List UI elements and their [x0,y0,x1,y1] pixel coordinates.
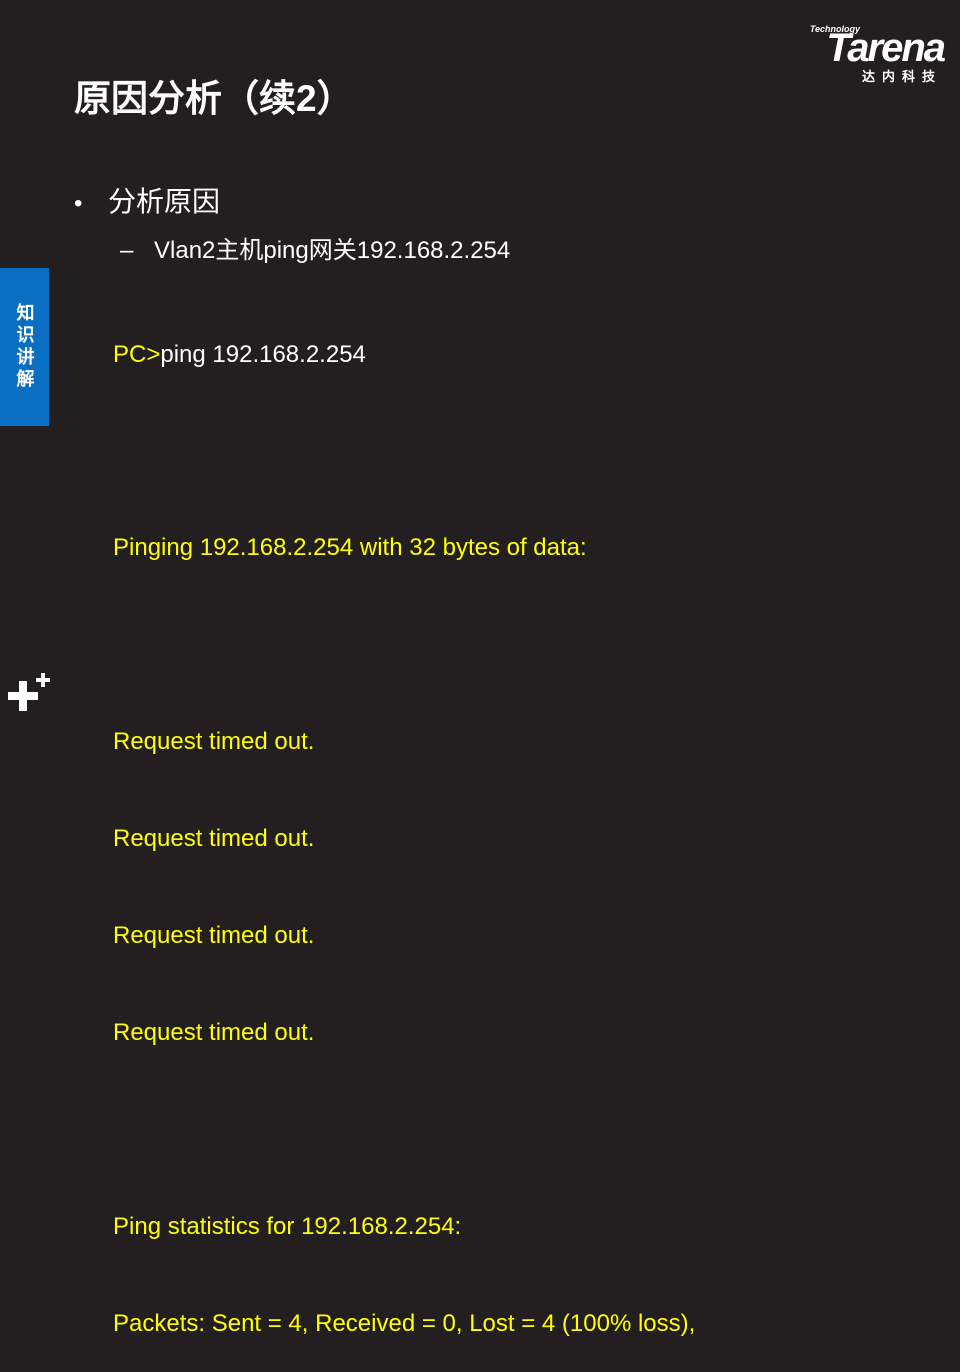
sub-bullet-item: – Vlan2主机ping网关192.168.2.254 [120,234,510,268]
console-command-line: PC>ping 192.168.2.254 [113,339,695,371]
tarena-logo: Technology Tarena 达内科技 [764,22,946,84]
bullet-text: 分析原因 [108,186,221,217]
side-tab-knowledge: 知识讲解 [0,268,49,426]
console-line: Request timed out. [113,728,315,756]
logo-brand: Tarena [826,26,946,70]
console-line: Request timed out. [113,1018,315,1046]
dash-icon: – [120,237,134,264]
console-output: PC>ping 192.168.2.254 Pinging 192.168.2.… [113,274,695,1372]
side-tab-label: 知识讲解 [14,303,35,391]
console-line: Pinging 192.168.2.254 with 32 bytes of d… [113,534,587,562]
logo-chinese: 达内科技 [861,69,942,84]
console-line: Request timed out. [113,921,315,949]
console-line: Ping statistics for 192.168.2.254: [113,1212,462,1240]
plus-icon [8,673,50,711]
console-command: ping 192.168.2.254 [160,340,366,368]
console-prompt: PC> [113,340,161,368]
slide-title: 原因分析（续2） [74,78,354,119]
sub-bullet-text: Vlan2主机ping网关192.168.2.254 [154,237,511,264]
console-line: Packets: Sent = 4, Received = 0, Lost = … [113,1309,696,1337]
bullet-item: • 分析原因 [74,182,220,224]
console-line: Request timed out. [113,825,315,853]
bullet-dot-icon: • [74,190,83,217]
